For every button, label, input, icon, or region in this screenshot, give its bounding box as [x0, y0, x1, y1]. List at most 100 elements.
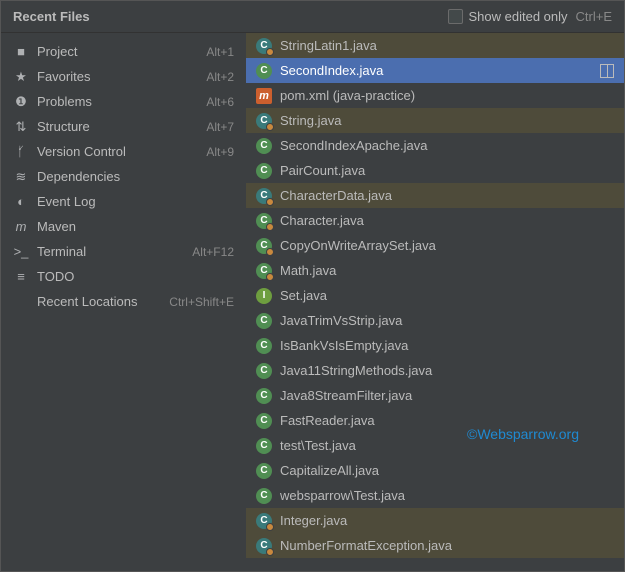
sidebar-item-label: Recent Locations: [37, 294, 169, 309]
java-class-icon: [256, 338, 272, 354]
java-class-icon: [256, 388, 272, 404]
sidebar-item-label: Favorites: [37, 69, 206, 84]
file-name-label: PairCount.java: [280, 163, 614, 178]
popup-title: Recent Files: [13, 9, 90, 24]
recent-files-popup: Recent Files Show edited only Ctrl+E ■Pr…: [0, 0, 625, 572]
file-item[interactable]: Set.java: [246, 283, 624, 308]
java-class-icon: [256, 163, 272, 179]
file-name-label: NumberFormatException.java: [280, 538, 614, 553]
pin-badge-icon: [266, 523, 274, 531]
show-edited-only-label: Show edited only: [469, 9, 568, 24]
folder-icon: ■: [13, 44, 29, 60]
file-item[interactable]: pom.xml (java-practice): [246, 83, 624, 108]
java-class-icon: [256, 113, 272, 129]
file-name-label: String.java: [280, 113, 614, 128]
file-item[interactable]: CapitalizeAll.java: [246, 458, 624, 483]
sidebar-item-terminal[interactable]: >_ TerminalAlt+F12: [1, 239, 246, 264]
maven-icon: [256, 88, 272, 104]
file-name-label: Integer.java: [280, 513, 614, 528]
file-item[interactable]: NumberFormatException.java: [246, 533, 624, 558]
file-name-label: SecondIndex.java: [280, 63, 600, 78]
sidebar-item-todo[interactable]: ≡TODO: [1, 264, 246, 289]
file-name-label: SecondIndexApache.java: [280, 138, 614, 153]
file-item[interactable]: test\Test.java: [246, 433, 624, 458]
java-class-icon: [256, 263, 272, 279]
file-item[interactable]: websparrow\Test.java: [246, 483, 624, 508]
file-item[interactable]: CopyOnWriteArraySet.java: [246, 233, 624, 258]
sidebar-item-favorites[interactable]: ★FavoritesAlt+2: [1, 64, 246, 89]
checkbox-icon[interactable]: [448, 9, 463, 24]
sidebar-item-project[interactable]: ■ProjectAlt+1: [1, 39, 246, 64]
sidebar-item-version-control[interactable]: ᚶVersion ControlAlt+9: [1, 139, 246, 164]
file-item[interactable]: FastReader.java: [246, 408, 624, 433]
chat-icon: ◐: [13, 194, 29, 210]
file-item[interactable]: Java11StringMethods.java: [246, 358, 624, 383]
file-item[interactable]: PairCount.java: [246, 158, 624, 183]
java-interface-icon: [256, 288, 272, 304]
pin-badge-icon: [266, 198, 274, 206]
todo-icon: ≡: [13, 269, 29, 285]
java-class-icon: [256, 238, 272, 254]
star-icon: ★: [13, 69, 29, 85]
file-item[interactable]: SecondIndex.java: [246, 58, 624, 83]
java-class-icon: [256, 63, 272, 79]
sidebar-item-label: Event Log: [37, 194, 234, 209]
sidebar-item-dependencies[interactable]: ≋ Dependencies: [1, 164, 246, 189]
java-class-icon: [256, 213, 272, 229]
file-item[interactable]: Java8StreamFilter.java: [246, 383, 624, 408]
file-name-label: StringLatin1.java: [280, 38, 614, 53]
file-name-label: websparrow\Test.java: [280, 488, 614, 503]
show-edited-only-toggle[interactable]: Show edited only: [448, 9, 568, 24]
popup-header: Recent Files Show edited only Ctrl+E: [1, 1, 624, 33]
file-name-label: CopyOnWriteArraySet.java: [280, 238, 614, 253]
file-list-container: StringLatin1.java SecondIndex.java pom.xml…: [246, 33, 624, 571]
file-name-label: Math.java: [280, 263, 614, 278]
file-item[interactable]: Integer.java: [246, 508, 624, 533]
file-item[interactable]: SecondIndexApache.java: [246, 133, 624, 158]
java-class-icon: [256, 38, 272, 54]
pin-badge-icon: [266, 273, 274, 281]
terminal-icon: >_: [13, 244, 29, 260]
sidebar-item-event-log[interactable]: ◐ Event Log: [1, 189, 246, 214]
sidebar-item-label: Dependencies: [37, 169, 234, 184]
file-name-label: test\Test.java: [280, 438, 614, 453]
java-class-icon: [256, 438, 272, 454]
pin-badge-icon: [266, 248, 274, 256]
file-name-label: Java8StreamFilter.java: [280, 388, 614, 403]
sidebar-item-shortcut: Ctrl+Shift+E: [169, 295, 234, 309]
sidebar-item-label: Maven: [37, 219, 234, 234]
sidebar-item-problems[interactable]: ❶ProblemsAlt+6: [1, 89, 246, 114]
locations-icon: [13, 294, 29, 310]
file-item[interactable]: JavaTrimVsStrip.java: [246, 308, 624, 333]
file-item[interactable]: String.java: [246, 108, 624, 133]
sidebar-item-structure[interactable]: ⇅StructureAlt+7: [1, 114, 246, 139]
file-name-label: pom.xml (java-practice): [280, 88, 614, 103]
tool-window-list: ■ProjectAlt+1★FavoritesAlt+2❶ProblemsAlt…: [1, 33, 246, 571]
sidebar-item-label: Structure: [37, 119, 206, 134]
file-name-label: Java11StringMethods.java: [280, 363, 614, 378]
java-class-icon: [256, 363, 272, 379]
alert-icon: ❶: [13, 94, 29, 110]
file-item[interactable]: CharacterData.java: [246, 183, 624, 208]
file-name-label: JavaTrimVsStrip.java: [280, 313, 614, 328]
sidebar-item-maven[interactable]: mMaven: [1, 214, 246, 239]
sidebar-item-recent-locations[interactable]: Recent LocationsCtrl+Shift+E: [1, 289, 246, 314]
java-class-icon: [256, 513, 272, 529]
layers-icon: ≋: [13, 169, 29, 185]
sidebar-item-shortcut: Alt+6: [206, 95, 234, 109]
file-list[interactable]: StringLatin1.java SecondIndex.java pom.xml…: [246, 33, 624, 571]
sidebar-item-shortcut: Alt+F12: [192, 245, 234, 259]
header-shortcut: Ctrl+E: [576, 9, 612, 24]
popup-body: ■ProjectAlt+1★FavoritesAlt+2❶ProblemsAlt…: [1, 33, 624, 571]
split-right-icon[interactable]: [600, 64, 614, 78]
java-class-icon: [256, 538, 272, 554]
file-name-label: IsBankVsIsEmpty.java: [280, 338, 614, 353]
file-item[interactable]: StringLatin1.java: [246, 33, 624, 58]
sidebar-item-label: Terminal: [37, 244, 192, 259]
file-item[interactable]: IsBankVsIsEmpty.java: [246, 333, 624, 358]
file-item[interactable]: Math.java: [246, 258, 624, 283]
java-class-icon: [256, 463, 272, 479]
file-item[interactable]: Character.java: [246, 208, 624, 233]
sidebar-item-shortcut: Alt+9: [206, 145, 234, 159]
file-name-label: FastReader.java: [280, 413, 614, 428]
